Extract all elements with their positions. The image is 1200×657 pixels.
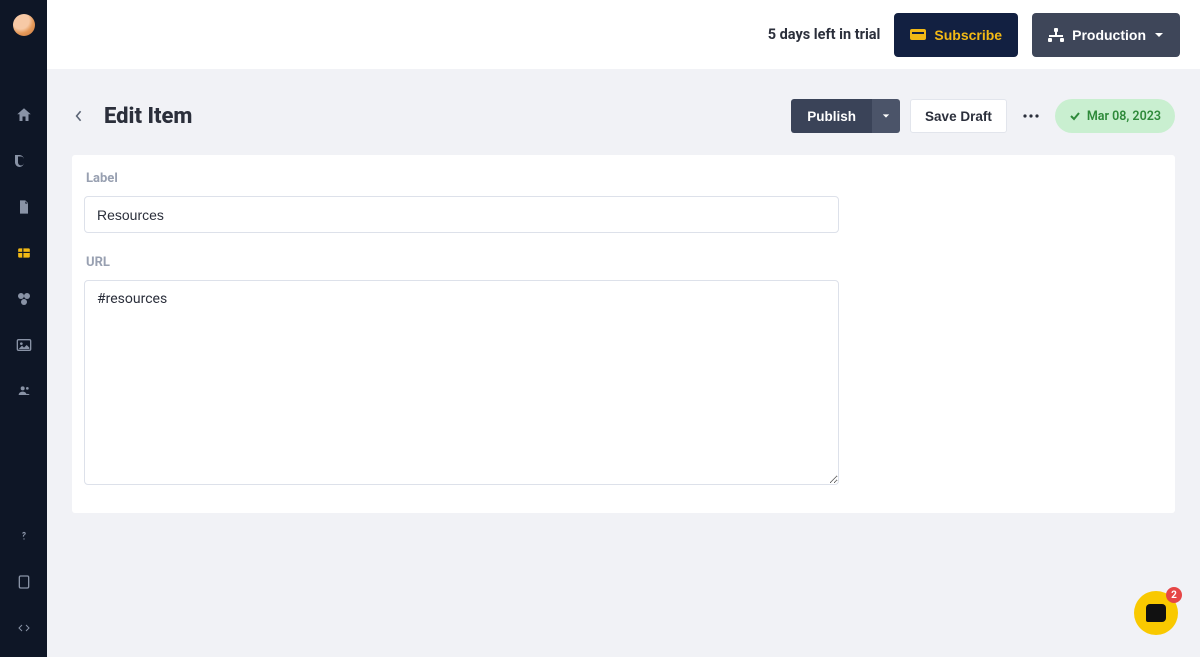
content: Edit Item Publish Save Draft [47, 69, 1200, 657]
url-input[interactable]: #resources [84, 280, 839, 485]
page-header: Edit Item Publish Save Draft [72, 99, 1175, 133]
topbar: 5 days left in trial Subscribe Productio… [47, 0, 1200, 69]
users-icon[interactable] [15, 382, 33, 400]
media-icon[interactable] [15, 336, 33, 354]
collection-icon[interactable] [15, 244, 33, 262]
save-draft-button[interactable]: Save Draft [910, 99, 1007, 133]
blog-icon[interactable] [15, 152, 33, 170]
form-card: Label URL #resources [72, 155, 1175, 513]
credit-card-icon [910, 29, 926, 40]
more-actions-button[interactable] [1017, 102, 1045, 130]
publish-group: Publish [791, 99, 900, 133]
publish-button[interactable]: Publish [791, 99, 872, 133]
subscribe-button[interactable]: Subscribe [894, 13, 1018, 57]
environment-select[interactable]: Production [1032, 13, 1180, 57]
page-icon[interactable] [15, 198, 33, 216]
url-field-heading: URL [86, 255, 1163, 270]
sitemap-icon [1048, 28, 1064, 42]
publish-dropdown-button[interactable] [872, 99, 900, 133]
back-button[interactable] [72, 109, 86, 123]
chat-fab[interactable]: 2 [1134, 591, 1178, 635]
check-icon [1069, 110, 1081, 122]
avatar[interactable] [13, 14, 35, 36]
help-icon[interactable] [15, 527, 33, 545]
status-badge: Mar 08, 2023 [1055, 99, 1175, 133]
chat-unread-badge: 2 [1166, 587, 1182, 603]
docs-icon[interactable] [15, 573, 33, 591]
code-icon[interactable] [15, 619, 33, 637]
sidebar-nav-bottom [15, 527, 33, 657]
label-field-heading: Label [86, 171, 1163, 186]
home-icon[interactable] [15, 106, 33, 124]
trial-text: 5 days left in trial [768, 26, 881, 43]
chevron-down-icon [1154, 30, 1164, 40]
main: 5 days left in trial Subscribe Productio… [47, 0, 1200, 657]
subscribe-label: Subscribe [934, 27, 1002, 43]
page-title: Edit Item [104, 104, 773, 129]
page-actions: Publish Save Draft Mar 08, 2023 [791, 99, 1175, 133]
environment-label: Production [1072, 27, 1146, 43]
label-input[interactable] [84, 196, 839, 233]
chat-icon [1146, 604, 1166, 622]
status-date: Mar 08, 2023 [1087, 109, 1161, 124]
sidebar-nav [15, 106, 33, 400]
plugins-icon[interactable] [15, 290, 33, 308]
sidebar [0, 0, 47, 657]
